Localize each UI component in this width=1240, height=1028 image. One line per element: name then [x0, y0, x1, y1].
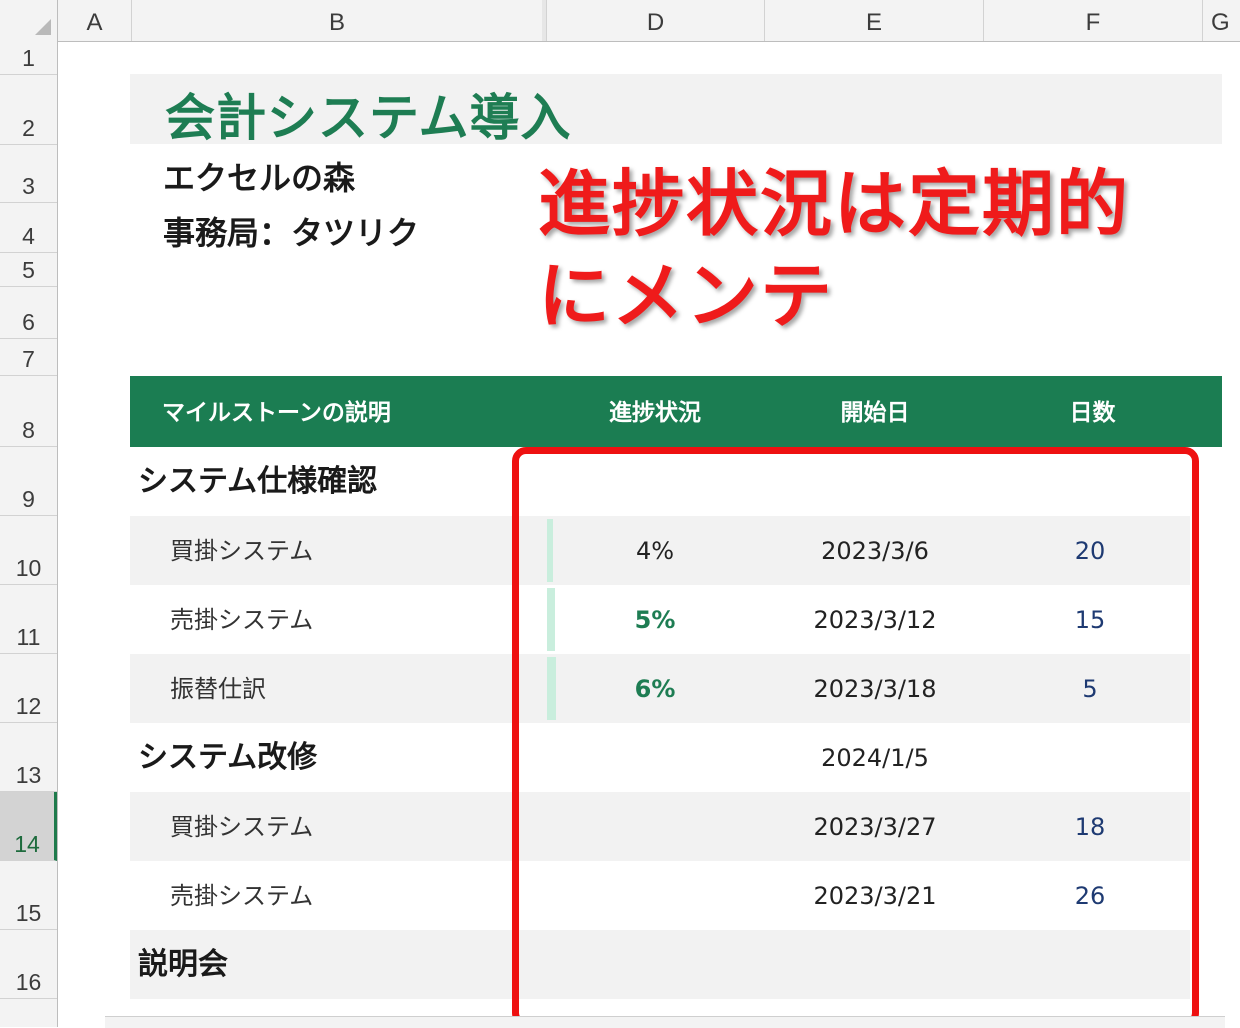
office-name[interactable]: 事務局：タツリク — [163, 208, 419, 254]
row-header-12[interactable]: 12 — [0, 654, 57, 723]
company-name[interactable]: エクセルの森 — [163, 153, 355, 199]
row-header-3[interactable]: 3 — [0, 145, 57, 203]
header-progress[interactable]: 進捗状況 — [550, 376, 760, 447]
callout-annotation: 進捗状況は定期的にメンテ — [538, 162, 1131, 338]
column-header-a[interactable]: A — [58, 0, 132, 41]
item-label: 買掛システム — [170, 537, 314, 565]
item-label: 振替仕訳 — [170, 675, 266, 703]
row-header-9[interactable]: 9 — [0, 447, 57, 516]
row-header-6[interactable]: 6 — [0, 287, 57, 339]
item-label: 買掛システム — [170, 813, 314, 841]
row-header-7[interactable]: 7 — [0, 339, 57, 376]
row-header-8[interactable]: 8 — [0, 376, 57, 447]
column-header-d[interactable]: D — [547, 0, 765, 41]
row-header-5[interactable]: 5 — [0, 253, 57, 287]
header-days[interactable]: 日数 — [1010, 376, 1175, 447]
sheet-title[interactable]: 会計システム導入 — [165, 78, 572, 150]
row-header-bar: 1 2 3 4 5 6 7 8 9 10 11 12 13 14 15 16 — [0, 41, 58, 1027]
column-header-b[interactable]: B — [132, 0, 543, 41]
row-header-4[interactable]: 4 — [0, 203, 57, 253]
select-all-corner[interactable] — [0, 0, 58, 41]
row-header-10[interactable]: 10 — [0, 516, 57, 585]
section-label: システム改修 — [138, 740, 318, 775]
select-all-icon — [35, 19, 51, 35]
horizontal-scrollbar[interactable] — [105, 1016, 1225, 1028]
item-label: 売掛システム — [170, 606, 314, 634]
row-header-16[interactable]: 16 — [0, 930, 57, 999]
row-header-2[interactable]: 2 — [0, 75, 57, 145]
item-label: 売掛システム — [170, 882, 314, 910]
row-header-11[interactable]: 11 — [0, 585, 57, 654]
header-description[interactable]: マイルストーンの説明 — [162, 376, 391, 447]
column-header-e[interactable]: E — [765, 0, 984, 41]
row-header-13[interactable]: 13 — [0, 723, 57, 792]
column-header-f[interactable]: F — [984, 0, 1203, 41]
row-header-14[interactable]: 14 — [0, 792, 57, 861]
column-header-bar: A B D E F G — [0, 0, 1240, 42]
section-label: 説明会 — [138, 947, 228, 982]
row-header-1[interactable]: 1 — [0, 41, 57, 75]
header-start-date[interactable]: 開始日 — [770, 376, 980, 447]
highlight-rectangle — [512, 447, 1199, 1027]
column-header-g[interactable]: G — [1203, 0, 1240, 41]
table-header: マイルストーンの説明 進捗状況 開始日 日数 — [130, 376, 1222, 447]
row-header-15[interactable]: 15 — [0, 861, 57, 930]
section-label: システム仕様確認 — [138, 464, 378, 499]
